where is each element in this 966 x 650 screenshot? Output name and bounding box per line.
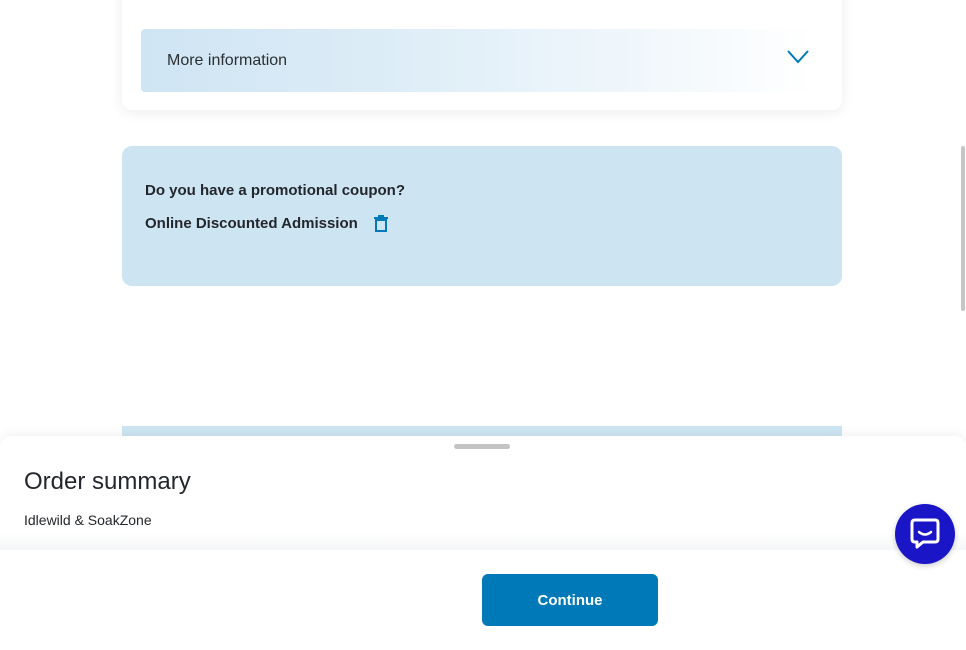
chat-bubble-icon [910, 518, 940, 549]
sheet-fade [0, 532, 966, 552]
promo-coupon-card: Do you have a promotional coupon? Online… [122, 146, 842, 286]
continue-button[interactable]: Continue [482, 574, 658, 626]
footer-bar: Continue [0, 550, 966, 650]
scrollbar[interactable] [961, 146, 965, 311]
order-summary-title: Order summary [24, 468, 191, 495]
more-information-accordion[interactable]: More information [141, 29, 815, 92]
trash-icon[interactable] [373, 214, 389, 232]
info-card: More information [122, 0, 842, 110]
sheet-drag-handle[interactable] [454, 444, 510, 449]
chevron-down-icon[interactable] [786, 49, 810, 65]
applied-coupon: Online Discounted Admission [145, 214, 389, 232]
park-name: Idlewild & SoakZone [24, 512, 152, 528]
coupon-name: Online Discounted Admission [145, 214, 358, 232]
more-information-label: More information [167, 52, 288, 69]
chat-button[interactable] [895, 504, 955, 564]
checkout-page: More information Do you have a promotion… [0, 0, 966, 650]
promo-question: Do you have a promotional coupon? [145, 182, 406, 199]
